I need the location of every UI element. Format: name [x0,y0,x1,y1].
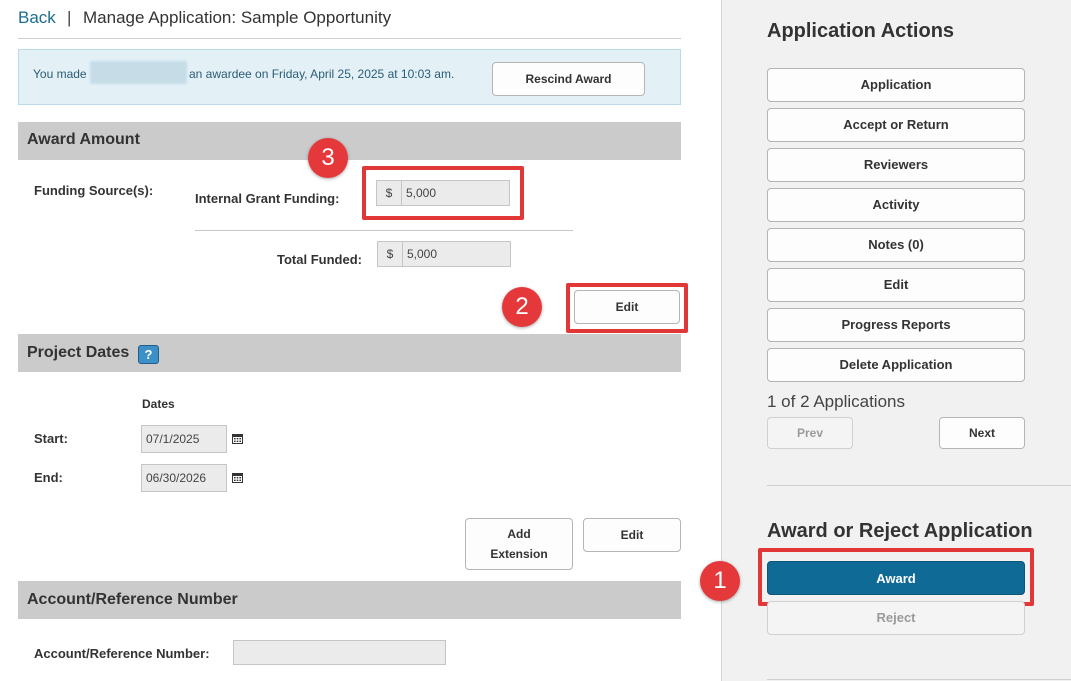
help-icon[interactable]: ? [138,345,159,364]
redacted-awardee-name [90,61,187,84]
page-title: Manage Application: Sample Opportunity [83,8,392,27]
panel-divider [767,485,1071,486]
highlight-box-step-3 [362,166,524,220]
breadcrumb-separator: | [67,8,72,27]
notes-button[interactable]: Notes (0) [767,228,1025,262]
application-pager-text: 1 of 2 Applications [767,392,905,411]
account-reference-field[interactable] [233,640,446,665]
total-funded-field: $ 5,000 [377,241,511,267]
add-extension-label-line1: Add [507,527,531,541]
highlight-box-step-2 [566,283,688,333]
accept-or-return-button[interactable]: Accept or Return [767,108,1025,142]
project-dates-edit-button[interactable]: Edit [583,518,681,552]
highlight-box-step-1 [758,548,1034,606]
application-button[interactable]: Application [767,68,1025,102]
calendar-icon[interactable] [232,472,243,483]
award-or-reject-title: Award or Reject Application [767,520,1033,542]
notice-message: an awardee on Friday, April 25, 2025 at … [189,67,455,81]
total-funded-value: 5,000 [407,247,438,261]
rescind-award-button[interactable]: Rescind Award [492,62,645,96]
start-date-label: Start: [34,431,68,446]
end-date-field[interactable]: 06/30/2026 [141,464,227,492]
panel-bottom-divider [767,679,1071,680]
application-actions-title: Application Actions [767,20,955,42]
account-reference-title: Account/Reference Number [27,591,238,608]
total-funded-label: Total Funded: [277,252,362,267]
back-link[interactable]: Back [18,8,56,28]
reviewers-button[interactable]: Reviewers [767,148,1025,182]
title-divider [18,38,681,39]
prev-button[interactable]: Prev [767,417,853,449]
delete-application-button[interactable]: Delete Application [767,348,1025,382]
dates-column-header: Dates [142,397,175,411]
add-extension-label-line2: Extension [490,547,548,561]
notice-prefix: You made [33,67,87,81]
funding-divider [195,230,573,231]
step-2-badge: 2 [502,287,542,327]
step-3-badge: 3 [308,138,348,178]
start-date-field[interactable]: 07/1/2025 [141,425,227,453]
edit-application-button[interactable]: Edit [767,268,1025,302]
project-dates-title: Project Dates [27,344,130,361]
next-button[interactable]: Next [939,417,1025,449]
reject-button[interactable]: Reject [767,601,1025,635]
funding-sources-label: Funding Source(s): [34,183,154,198]
step-1-badge: 1 [700,561,740,601]
calendar-icon[interactable] [232,433,243,444]
award-amount-title: Award Amount [27,131,140,148]
account-reference-label: Account/Reference Number: [34,646,210,661]
end-date-label: End: [34,470,63,485]
internal-grant-label: Internal Grant Funding: [195,191,340,206]
add-extension-button[interactable]: Add Extension [465,518,573,570]
activity-button[interactable]: Activity [767,188,1025,222]
progress-reports-button[interactable]: Progress Reports [767,308,1025,342]
currency-symbol: $ [378,242,403,266]
